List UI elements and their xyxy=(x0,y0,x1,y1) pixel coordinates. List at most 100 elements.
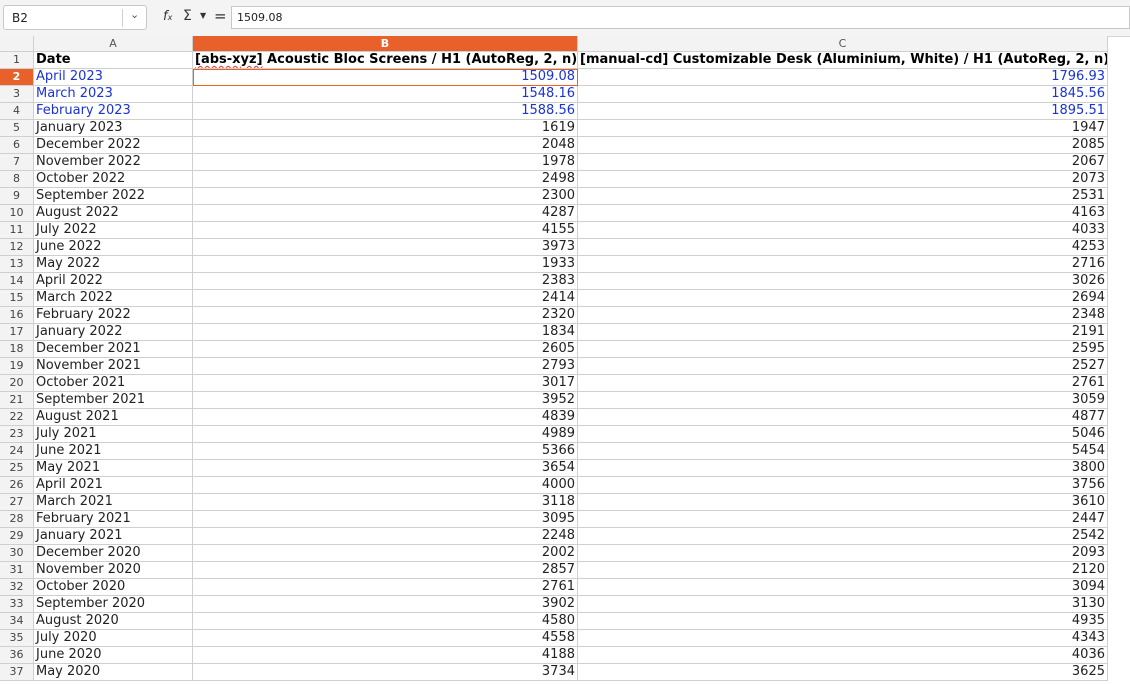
desk-value-cell[interactable]: 1845.56 xyxy=(578,86,1108,103)
desk-value-cell[interactable]: 3026 xyxy=(578,273,1108,290)
row-header[interactable]: 12 xyxy=(0,239,34,256)
acoustic-value-cell[interactable]: 1509.08 xyxy=(193,69,578,86)
date-cell[interactable]: August 2022 xyxy=(34,205,193,222)
acoustic-value-cell[interactable]: 4580 xyxy=(193,613,578,630)
desk-value-cell[interactable]: 5046 xyxy=(578,426,1108,443)
row-header[interactable]: 10 xyxy=(0,205,34,222)
date-cell[interactable]: March 2023 xyxy=(34,86,193,103)
row-header[interactable]: 25 xyxy=(0,460,34,477)
desk-value-cell[interactable]: 2694 xyxy=(578,290,1108,307)
desk-value-cell[interactable]: 3094 xyxy=(578,579,1108,596)
acoustic-value-cell[interactable]: 1978 xyxy=(193,154,578,171)
column-header-b[interactable]: B xyxy=(193,36,578,52)
row-header[interactable]: 19 xyxy=(0,358,34,375)
date-cell[interactable]: January 2022 xyxy=(34,324,193,341)
row-header[interactable]: 18 xyxy=(0,341,34,358)
date-cell[interactable]: November 2022 xyxy=(34,154,193,171)
row-header[interactable]: 6 xyxy=(0,137,34,154)
row-header[interactable]: 13 xyxy=(0,256,34,273)
row-header[interactable]: 22 xyxy=(0,409,34,426)
date-cell[interactable]: November 2021 xyxy=(34,358,193,375)
column-header-c[interactable]: C xyxy=(578,36,1108,52)
row-header[interactable]: 34 xyxy=(0,613,34,630)
desk-value-cell[interactable]: 2067 xyxy=(578,154,1108,171)
date-cell[interactable]: February 2021 xyxy=(34,511,193,528)
acoustic-value-cell[interactable]: 1588.56 xyxy=(193,103,578,120)
row-header[interactable]: 11 xyxy=(0,222,34,239)
desk-value-cell[interactable]: 3610 xyxy=(578,494,1108,511)
acoustic-value-cell[interactable]: 3095 xyxy=(193,511,578,528)
row-header[interactable]: 5 xyxy=(0,120,34,137)
acoustic-value-cell[interactable]: 3902 xyxy=(193,596,578,613)
date-cell[interactable]: April 2022 xyxy=(34,273,193,290)
acoustic-value-cell[interactable]: 2383 xyxy=(193,273,578,290)
row-header[interactable]: 4 xyxy=(0,103,34,120)
cell-a1[interactable]: Date xyxy=(34,52,193,69)
desk-value-cell[interactable]: 2447 xyxy=(578,511,1108,528)
acoustic-value-cell[interactable]: 2498 xyxy=(193,171,578,188)
row-header[interactable]: 37 xyxy=(0,664,34,681)
date-cell[interactable]: October 2021 xyxy=(34,375,193,392)
desk-value-cell[interactable]: 2531 xyxy=(578,188,1108,205)
date-cell[interactable]: April 2021 xyxy=(34,477,193,494)
date-cell[interactable]: June 2022 xyxy=(34,239,193,256)
desk-value-cell[interactable]: 4253 xyxy=(578,239,1108,256)
desk-value-cell[interactable]: 1796.93 xyxy=(578,69,1108,86)
date-cell[interactable]: January 2023 xyxy=(34,120,193,137)
desk-value-cell[interactable]: 2527 xyxy=(578,358,1108,375)
acoustic-value-cell[interactable]: 4558 xyxy=(193,630,578,647)
date-cell[interactable]: June 2020 xyxy=(34,647,193,664)
cell-b1[interactable]: [abs-xyz] Acoustic Bloc Screens / H1 (Au… xyxy=(193,52,578,69)
date-cell[interactable]: April 2023 xyxy=(34,69,193,86)
acoustic-value-cell[interactable]: 1548.16 xyxy=(193,86,578,103)
row-header[interactable]: 16 xyxy=(0,307,34,324)
desk-value-cell[interactable]: 3059 xyxy=(578,392,1108,409)
acoustic-value-cell[interactable]: 2857 xyxy=(193,562,578,579)
date-cell[interactable]: December 2021 xyxy=(34,341,193,358)
date-cell[interactable]: September 2020 xyxy=(34,596,193,613)
row-header[interactable]: 8 xyxy=(0,171,34,188)
acoustic-value-cell[interactable]: 4287 xyxy=(193,205,578,222)
date-cell[interactable]: October 2020 xyxy=(34,579,193,596)
desk-value-cell[interactable]: 4935 xyxy=(578,613,1108,630)
acoustic-value-cell[interactable]: 4989 xyxy=(193,426,578,443)
date-cell[interactable]: December 2022 xyxy=(34,137,193,154)
date-cell[interactable]: February 2023 xyxy=(34,103,193,120)
date-cell[interactable]: July 2021 xyxy=(34,426,193,443)
desk-value-cell[interactable]: 2348 xyxy=(578,307,1108,324)
row-header[interactable]: 27 xyxy=(0,494,34,511)
date-cell[interactable]: May 2021 xyxy=(34,460,193,477)
desk-value-cell[interactable]: 3130 xyxy=(578,596,1108,613)
acoustic-value-cell[interactable]: 2605 xyxy=(193,341,578,358)
acoustic-value-cell[interactable]: 1619 xyxy=(193,120,578,137)
formula-equals-icon[interactable]: = xyxy=(214,7,227,25)
row-header[interactable]: 15 xyxy=(0,290,34,307)
acoustic-value-cell[interactable]: 5366 xyxy=(193,443,578,460)
desk-value-cell[interactable]: 1895.51 xyxy=(578,103,1108,120)
acoustic-value-cell[interactable]: 3952 xyxy=(193,392,578,409)
date-cell[interactable]: October 2022 xyxy=(34,171,193,188)
desk-value-cell[interactable]: 3625 xyxy=(578,664,1108,681)
row-header[interactable]: 28 xyxy=(0,511,34,528)
desk-value-cell[interactable]: 2191 xyxy=(578,324,1108,341)
row-header[interactable]: 14 xyxy=(0,273,34,290)
acoustic-value-cell[interactable]: 1933 xyxy=(193,256,578,273)
acoustic-value-cell[interactable]: 2002 xyxy=(193,545,578,562)
acoustic-value-cell[interactable]: 2793 xyxy=(193,358,578,375)
row-header[interactable]: 23 xyxy=(0,426,34,443)
desk-value-cell[interactable]: 2085 xyxy=(578,137,1108,154)
desk-value-cell[interactable]: 4033 xyxy=(578,222,1108,239)
row-header[interactable]: 7 xyxy=(0,154,34,171)
acoustic-value-cell[interactable]: 2414 xyxy=(193,290,578,307)
date-cell[interactable]: November 2020 xyxy=(34,562,193,579)
date-cell[interactable]: December 2020 xyxy=(34,545,193,562)
date-cell[interactable]: July 2022 xyxy=(34,222,193,239)
date-cell[interactable]: June 2021 xyxy=(34,443,193,460)
desk-value-cell[interactable]: 2120 xyxy=(578,562,1108,579)
select-all-corner[interactable] xyxy=(0,36,34,52)
row-header[interactable]: 20 xyxy=(0,375,34,392)
row-header[interactable]: 33 xyxy=(0,596,34,613)
row-header[interactable]: 35 xyxy=(0,630,34,647)
desk-value-cell[interactable]: 4036 xyxy=(578,647,1108,664)
chevron-down-icon[interactable]: ⌄ xyxy=(130,8,139,21)
